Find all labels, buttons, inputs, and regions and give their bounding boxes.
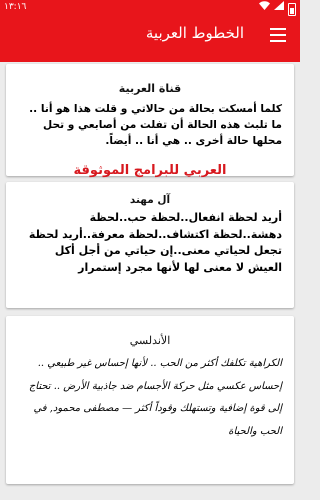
app-title: الخطوط العربية	[145, 24, 244, 42]
watermark-text: العربي للبرامج الموثوقة	[73, 163, 227, 178]
card-text: كلما أمسكت بحالة من حالاتي و قلت هذا هو …	[29, 103, 282, 147]
font-card-3[interactable]: الأندلسي الكراهية تكلفك أكثر من الحب .. …	[6, 316, 294, 484]
card-title: قناة العربية	[118, 82, 182, 95]
card-title: آل مهند	[129, 194, 171, 206]
hamburger-menu-icon[interactable]	[270, 28, 286, 42]
card-title: الأندلسي	[129, 334, 171, 347]
header-band	[0, 56, 300, 62]
card-text: أريد لحظة انفعال..لحظة حب..لحظة دهشة..لح…	[28, 211, 282, 274]
card-text: الكراهية تكلفك أكثر من الحب .. لأنها إحس…	[28, 358, 282, 437]
font-card-2[interactable]: آل مهند أريد لحظة انفعال..لحظة حب..لحظة …	[6, 182, 294, 308]
wifi-icon	[259, 1, 270, 15]
font-card-1[interactable]: قناة العربية كلما أمسكت بحالة من حالاتي …	[6, 64, 294, 176]
status-icons	[259, 1, 296, 16]
signal-icon	[274, 1, 284, 15]
battery-icon	[288, 2, 296, 16]
status-bar: ١٣:١٦	[0, 0, 300, 16]
status-time: ١٣:١٦	[4, 2, 27, 12]
app-bar: الخطوط العربية	[0, 16, 300, 56]
